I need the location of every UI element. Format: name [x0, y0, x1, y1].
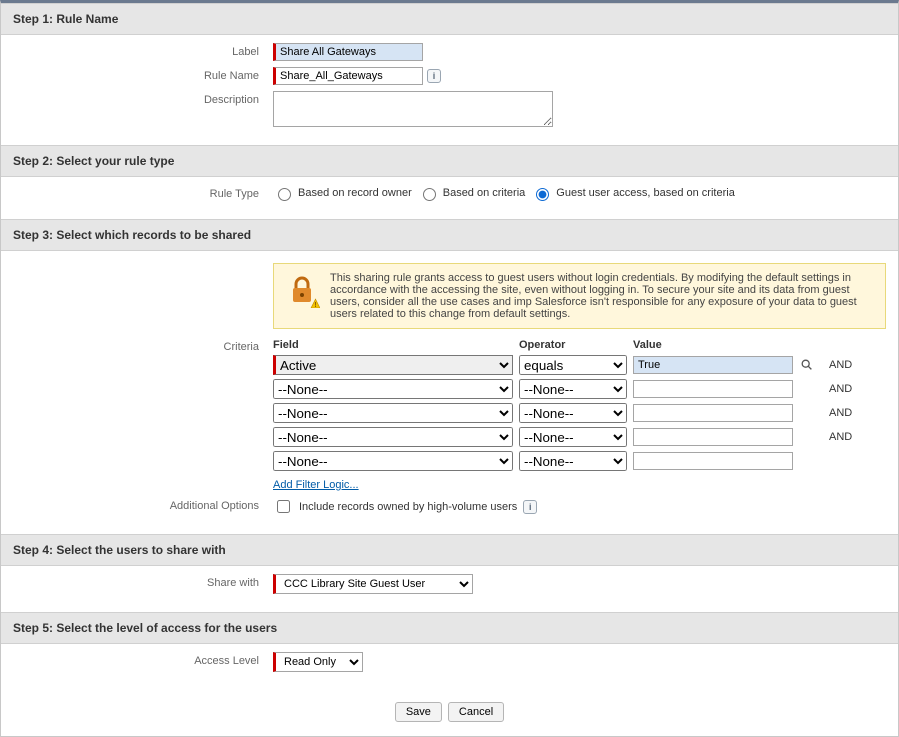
radio-guest-label: Guest user access, based on criteria: [556, 187, 735, 199]
criteria-operator-select[interactable]: equals: [519, 355, 627, 375]
criteria-head-row: Field Operator Value: [273, 339, 886, 351]
criteria-field-select[interactable]: --None--: [273, 403, 513, 423]
share-with-select[interactable]: CCC Library Site Guest User: [273, 574, 473, 594]
criteria-table: Field Operator Value ActiveequalsAND--No…: [273, 339, 886, 491]
cancel-button[interactable]: Cancel: [448, 702, 504, 722]
label-for-additional-options: Additional Options: [13, 497, 273, 512]
criteria-operator-select[interactable]: --None--: [519, 451, 627, 471]
description-textarea[interactable]: [273, 91, 553, 127]
add-filter-logic-link[interactable]: Add Filter Logic...: [273, 479, 359, 491]
svg-text:!: !: [314, 302, 316, 308]
radio-owner[interactable]: [278, 188, 291, 201]
step3-header: Step 3: Select which records to be share…: [1, 219, 898, 251]
sharing-rule-editor: Step 1: Rule Name Label Rule Name i Desc…: [0, 0, 899, 737]
label-for-label: Label: [13, 43, 273, 58]
lookup-icon[interactable]: [799, 357, 815, 373]
criteria-row: Active equals AND: [273, 355, 886, 375]
criteria-head-field: Field: [273, 339, 513, 351]
label-for-ruletype: Rule Type: [13, 185, 273, 200]
button-row: Save Cancel: [1, 702, 898, 722]
criteria-field-select[interactable]: --None--: [273, 427, 513, 447]
radio-guest[interactable]: [536, 188, 549, 201]
info-icon[interactable]: i: [523, 500, 537, 514]
criteria-row: --None-- --None-- AND: [273, 427, 886, 447]
criteria-value-input[interactable]: [633, 380, 793, 398]
include-hv-users-label: Include records owned by high-volume use…: [299, 501, 517, 513]
criteria-field-select[interactable]: --None--: [273, 379, 513, 399]
save-button[interactable]: Save: [395, 702, 442, 722]
criteria-operator-select[interactable]: --None--: [519, 427, 627, 447]
criteria-value-input[interactable]: [633, 452, 793, 470]
step5-header: Step 5: Select the level of access for t…: [1, 612, 898, 644]
step1-body: Label Rule Name i Description: [1, 35, 898, 145]
criteria-operator-select[interactable]: --None--: [519, 379, 627, 399]
label-input[interactable]: [273, 43, 423, 61]
guest-warning: ! This sharing rule grants access to gue…: [273, 263, 886, 329]
label-for-rulename: Rule Name: [13, 67, 273, 82]
step2-header: Step 2: Select your rule type: [1, 145, 898, 177]
step1-header: Step 1: Rule Name: [1, 3, 898, 35]
label-for-criteria: Criteria: [13, 339, 273, 353]
lock-warning-icon: !: [284, 272, 320, 308]
rule-type-guest[interactable]: Guest user access, based on criteria: [531, 185, 735, 201]
step3-body: ! This sharing rule grants access to gue…: [1, 251, 898, 534]
criteria-and: AND: [825, 383, 873, 395]
criteria-and: AND: [825, 407, 873, 419]
criteria-row: --None-- --None--: [273, 451, 886, 471]
criteria-and: AND: [825, 431, 873, 443]
step4-header: Step 4: Select the users to share with: [1, 534, 898, 566]
label-for-accesslevel: Access Level: [13, 652, 273, 667]
radio-criteria[interactable]: [423, 188, 436, 201]
step2-body: Rule Type Based on record owner Based on…: [1, 177, 898, 219]
label-for-description: Description: [13, 91, 273, 106]
rule-type-group: Based on record owner Based on criteria …: [273, 185, 886, 201]
criteria-field-select[interactable]: Active: [273, 355, 513, 375]
radio-criteria-label: Based on criteria: [443, 187, 526, 199]
criteria-head-value: Value: [633, 339, 793, 351]
rule-type-owner[interactable]: Based on record owner: [273, 185, 412, 201]
criteria-value-input[interactable]: [633, 404, 793, 422]
criteria-value-input[interactable]: [633, 428, 793, 446]
criteria-and: AND: [825, 359, 873, 371]
criteria-row: --None-- --None-- AND: [273, 403, 886, 423]
criteria-head-operator: Operator: [519, 339, 627, 351]
step4-body: Share with CCC Library Site Guest User: [1, 566, 898, 612]
include-hv-users-checkbox[interactable]: [277, 500, 290, 513]
step5-body: Access Level Read Only: [1, 644, 898, 690]
info-icon[interactable]: i: [427, 69, 441, 83]
access-level-select[interactable]: Read Only: [273, 652, 363, 672]
label-for-sharewith: Share with: [13, 574, 273, 589]
criteria-operator-select[interactable]: --None--: [519, 403, 627, 423]
criteria-row: --None-- --None-- AND: [273, 379, 886, 399]
criteria-field-select[interactable]: --None--: [273, 451, 513, 471]
rule-name-input[interactable]: [273, 67, 423, 85]
guest-warning-text: This sharing rule grants access to guest…: [330, 272, 875, 320]
criteria-value-input[interactable]: [633, 356, 793, 374]
rule-type-criteria[interactable]: Based on criteria: [418, 185, 526, 201]
radio-owner-label: Based on record owner: [298, 187, 412, 199]
